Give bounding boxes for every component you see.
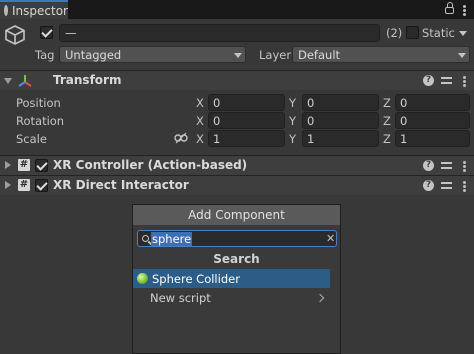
axis-x-label[interactable]: X <box>196 96 204 110</box>
transform-icon <box>18 75 32 87</box>
search-input[interactable]: sphere ✕ <box>137 230 337 247</box>
lock-icon[interactable] <box>445 2 454 14</box>
position-y-field[interactable]: 0 <box>302 94 379 111</box>
sphere-collider-icon <box>137 273 148 284</box>
axis-z-label[interactable]: Z <box>383 114 391 128</box>
position-x-field[interactable]: 0 <box>208 94 285 111</box>
axis-y-label[interactable]: Y <box>289 114 296 128</box>
axis-z-label[interactable]: Z <box>383 96 391 110</box>
position-label: Position <box>16 96 61 110</box>
script-icon: # <box>18 159 30 171</box>
field-value: 0 <box>307 95 315 110</box>
xr-controller-title: XR Controller (Action-based) <box>53 158 248 172</box>
add-component-popup: Add Component sphere ✕ Search Sphere Col… <box>132 204 341 354</box>
axis-x-label[interactable]: X <box>196 132 204 146</box>
foldout-closed-icon[interactable] <box>5 181 11 189</box>
field-value: 0 <box>400 95 408 110</box>
tab-bar <box>0 0 474 19</box>
help-icon[interactable]: ? <box>423 75 434 86</box>
xr-direct-interactor-title: XR Direct Interactor <box>53 178 189 192</box>
help-icon[interactable]: ? <box>423 180 434 191</box>
presets-icon[interactable] <box>441 180 452 190</box>
static-checkbox[interactable] <box>406 26 419 39</box>
object-name-value: — <box>65 26 77 40</box>
scale-z-field[interactable]: 1 <box>395 130 470 147</box>
field-value: 1 <box>400 131 408 146</box>
chevron-right-icon <box>315 293 325 303</box>
field-value: 0 <box>213 95 221 110</box>
active-checkbox[interactable] <box>40 26 53 39</box>
list-item-sphere-collider[interactable]: Sphere Collider <box>133 269 330 288</box>
more-options-icon[interactable] <box>463 9 466 12</box>
script-icon: # <box>18 179 30 191</box>
scale-label: Scale <box>16 132 47 146</box>
component-enabled-checkbox[interactable] <box>35 159 48 172</box>
list-item-label: Sphere Collider <box>152 271 240 286</box>
gameobject-cube-icon <box>5 25 25 45</box>
clear-search-icon[interactable]: ✕ <box>326 232 335 245</box>
rotation-label: Rotation <box>16 114 65 128</box>
search-selected-text: sphere <box>151 232 193 246</box>
object-name-field[interactable]: — <box>59 24 380 42</box>
rotation-y-field[interactable]: 0 <box>302 112 379 129</box>
field-value: 0 <box>307 113 315 128</box>
axis-y-label[interactable]: Y <box>289 132 296 146</box>
presets-icon[interactable] <box>441 75 452 85</box>
rotation-z-field[interactable]: 0 <box>395 112 470 129</box>
rotation-x-field[interactable]: 0 <box>208 112 285 129</box>
chevron-down-icon <box>458 53 466 58</box>
static-label: Static <box>422 26 455 40</box>
list-item-new-script[interactable]: New script <box>133 288 330 307</box>
more-options-icon[interactable] <box>463 165 466 168</box>
field-value: 0 <box>213 113 221 128</box>
tag-label: Tag <box>35 48 55 62</box>
tab-inspector[interactable]: Inspector <box>0 0 68 19</box>
foldout-closed-icon[interactable] <box>5 161 11 169</box>
search-value: sphere <box>151 232 193 246</box>
axis-y-label[interactable]: Y <box>289 96 296 110</box>
list-item-label: New script <box>150 290 211 305</box>
help-icon[interactable]: ? <box>423 160 434 171</box>
layer-value: Default <box>298 47 341 62</box>
link-icon[interactable] <box>174 132 188 144</box>
add-component-button[interactable]: Add Component <box>133 205 340 225</box>
layer-dropdown[interactable]: Default <box>292 46 470 63</box>
chevron-down-icon <box>234 53 242 58</box>
field-value: 0 <box>400 113 408 128</box>
presets-icon[interactable] <box>441 160 452 170</box>
tab-label: Inspector <box>12 3 68 18</box>
tag-dropdown[interactable]: Untagged <box>59 46 246 63</box>
tag-value: Untagged <box>65 47 122 62</box>
axis-x-label[interactable]: X <box>196 114 204 128</box>
section-title: Search <box>213 252 260 266</box>
position-z-field[interactable]: 0 <box>395 94 470 111</box>
more-options-icon[interactable] <box>463 185 466 188</box>
field-value: 1 <box>213 131 221 146</box>
foldout-open-icon[interactable] <box>4 78 12 84</box>
more-options-icon[interactable] <box>463 80 466 83</box>
scale-y-field[interactable]: 1 <box>302 130 379 147</box>
static-dropdown-caret-icon[interactable] <box>459 31 467 36</box>
field-value: 1 <box>307 131 315 146</box>
scale-x-field[interactable]: 1 <box>208 130 285 147</box>
layer-label: Layer <box>259 48 292 62</box>
axis-z-label[interactable]: Z <box>383 132 391 146</box>
transform-title: Transform <box>53 73 122 87</box>
component-enabled-checkbox[interactable] <box>35 179 48 192</box>
selection-count: (2) <box>386 26 403 40</box>
info-icon <box>4 5 11 16</box>
search-icon <box>142 235 149 242</box>
